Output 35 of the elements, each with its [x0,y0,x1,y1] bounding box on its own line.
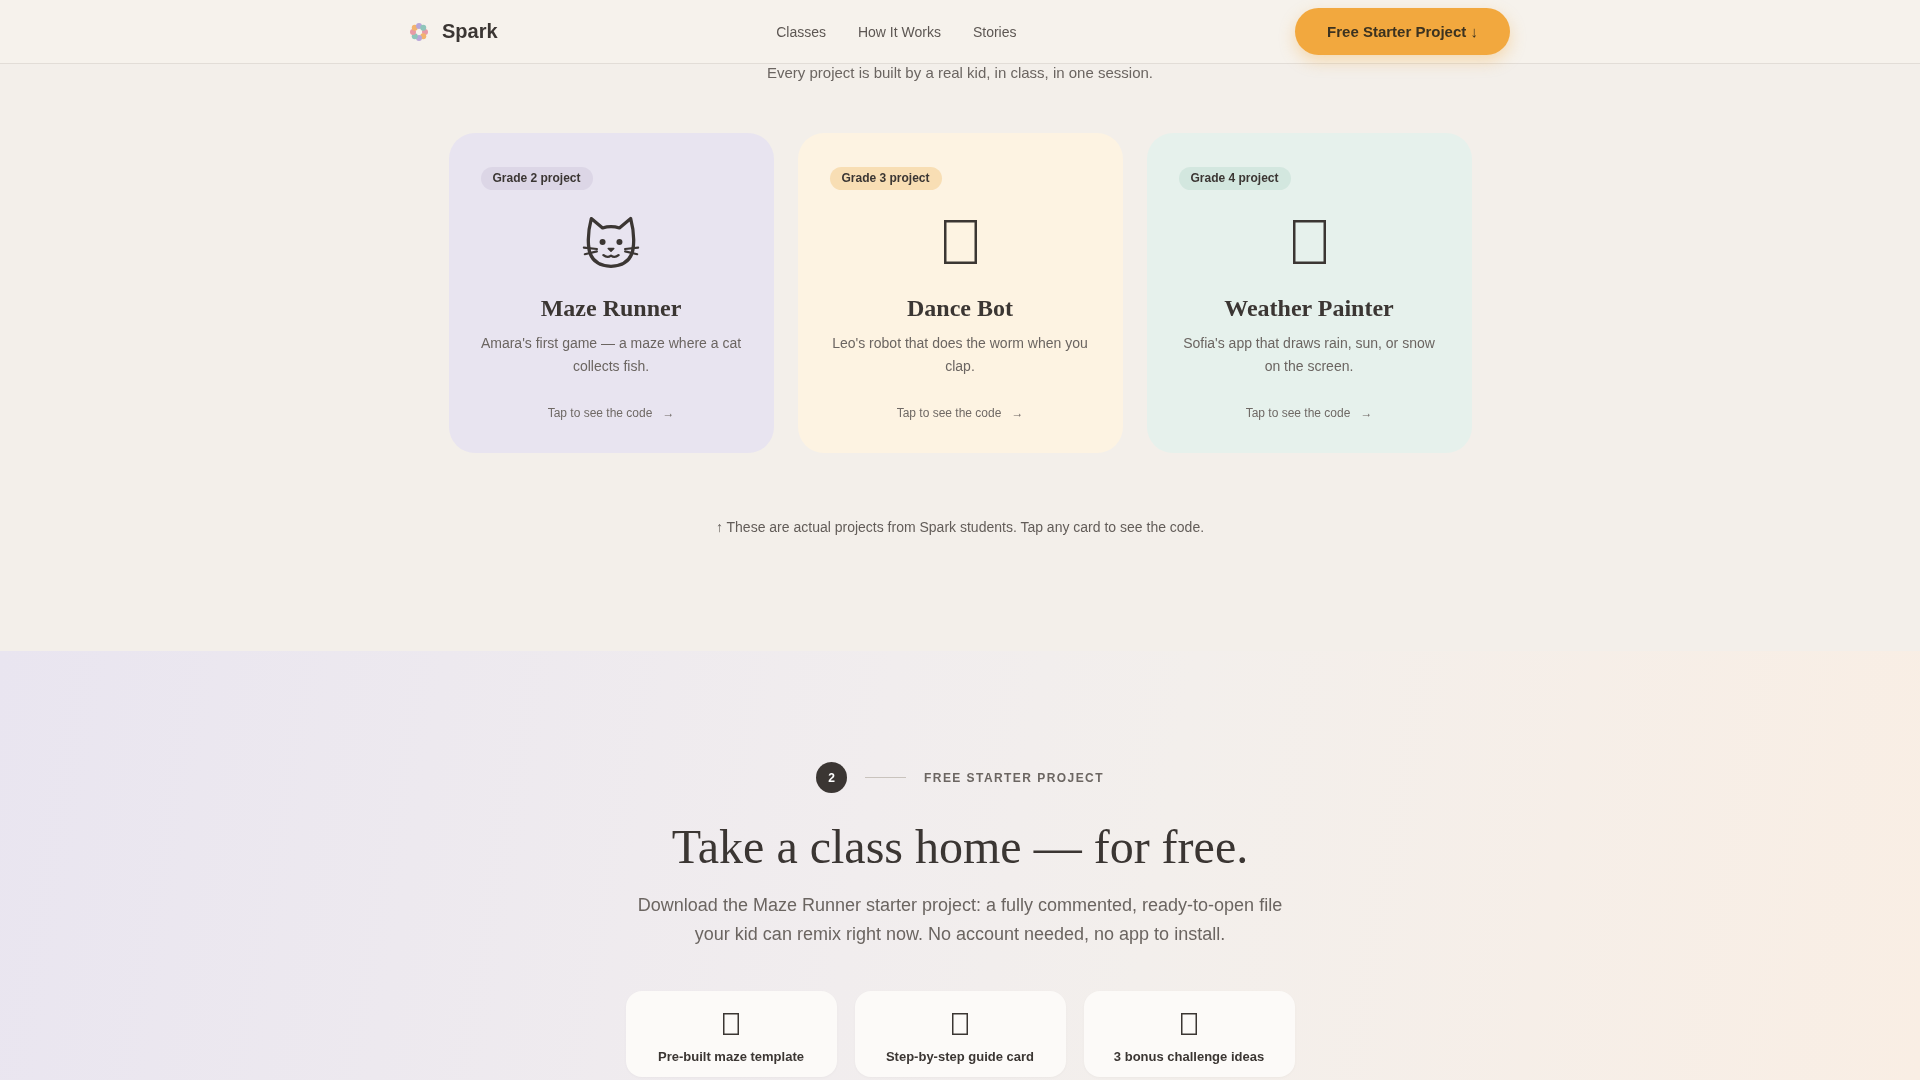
project-description: Sofia's app that draws rain, sun, or snow on the screen. [1182,334,1436,376]
grade-badge: Grade 4 project [1178,167,1291,190]
feature-label: Pre-built maze template [658,1049,804,1065]
project-title: Maze Runner [540,294,682,323]
project-title: Weather Painter [1224,294,1394,323]
nav-link[interactable]: Stories [972,23,1017,40]
see-code-link[interactable]: Tap to see the code → [1245,405,1373,421]
project-title: Dance Bot [907,294,1013,323]
section-heading: Take a class home — for free. [671,819,1249,875]
feature-label: 3 bonus challenge ideas [1113,1049,1265,1065]
empty-rectangle-icon [943,220,977,264]
grade-badge: Grade 3 project [829,167,942,190]
project-card[interactable]: Grade 4 project Weather Painter Sofia's app that draws rain, sun, or snow on the screen. Tap to see the code → [1146,133,1472,453]
project-card[interactable]: Grade 3 project Dance Bot Leo's robot that does the worm when you clap. Tap to see the code → [797,133,1123,453]
see-code-link[interactable]: Tap to see the code → [547,405,675,421]
empty-rectangle-icon [1181,1013,1197,1035]
feature-label: Step-by-step guide card [885,1049,1035,1065]
project-description: Leo's robot that does the worm when you clap. [831,334,1089,376]
empty-rectangle-icon [952,1013,968,1035]
section-description: Download the Maze Runner starter project: a fully commented, ready-to-open file your kid can remix right now. No account needed, no app to install. [636,894,1284,946]
nav-link[interactable]: Classes [776,23,826,40]
free-starter-project-button[interactable]: Free Starter Project ↓ [1295,8,1510,55]
project-card[interactable]: Grade 2 project Maze Runner Amara's first game — a maze where a cat collects fish. Tap to see the code → [448,133,774,453]
project-description: Amara's first game — a maze where a cat collects fish. [480,334,742,376]
step-number: 2 [816,762,848,793]
grade-badge: Grade 2 project [480,167,593,190]
projects-note: ↑ These are actual projects from Spark students. Tap any card to see the code. [715,518,1205,537]
see-code-link[interactable]: Tap to see the code → [896,405,1024,421]
section-subtitle: Every project is built by a real kid, in class, in one session. [767,64,1153,82]
empty-rectangle-icon [723,1013,739,1035]
empty-rectangle-icon [1292,220,1326,264]
logo-icon [410,22,428,41]
brand-logo-link[interactable]: Spark [410,20,498,43]
section-eyebrow: FREE STARTER PROJECT [924,770,1104,785]
nav-link[interactable]: How It Works [857,23,941,40]
